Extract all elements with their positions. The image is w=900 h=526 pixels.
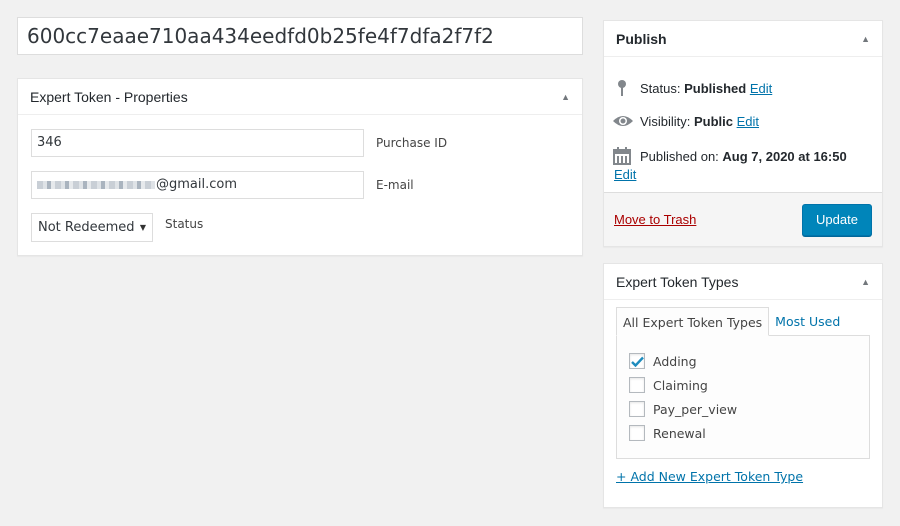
publish-actions: Move to Trash Update bbox=[604, 192, 882, 246]
status-value: Published bbox=[684, 80, 747, 96]
collapse-triangle-icon[interactable]: ▲ bbox=[561, 92, 570, 102]
visibility-row: Visibility: Public Edit bbox=[612, 113, 759, 129]
visibility-label: Visibility: bbox=[640, 113, 691, 129]
token-types-header[interactable]: Expert Token Types ▲ bbox=[604, 264, 882, 300]
published-on-row: Published on: Aug 7, 2020 at 16:50 bbox=[612, 147, 847, 165]
move-to-trash-link[interactable]: Move to Trash bbox=[614, 212, 696, 227]
type-label: Adding bbox=[653, 353, 697, 369]
checkbox-renewal[interactable] bbox=[629, 425, 645, 441]
checkbox-adding[interactable] bbox=[629, 353, 645, 369]
published-on-label: Published on: bbox=[640, 148, 719, 164]
edit-visibility-link[interactable]: Edit bbox=[737, 114, 759, 129]
status-label: Status: bbox=[640, 80, 681, 96]
email-row: @gmail.com E-mail bbox=[31, 171, 414, 199]
post-status-row: Status: Published Edit bbox=[612, 79, 772, 97]
status-label: Status bbox=[165, 216, 204, 231]
type-item-adding[interactable]: Adding bbox=[629, 353, 697, 369]
tab-all-types[interactable]: All Expert Token Types bbox=[616, 307, 770, 336]
types-checklist: Adding Claiming Pay_per_view Renewal bbox=[616, 335, 870, 459]
properties-header[interactable]: Expert Token - Properties ▲ bbox=[18, 79, 582, 115]
type-item-claiming[interactable]: Claiming bbox=[629, 377, 708, 393]
properties-title: Expert Token - Properties bbox=[30, 88, 188, 105]
dropdown-arrow-icon: ▼ bbox=[139, 223, 146, 232]
token-types-tabs: All Expert Token Types Most Used bbox=[616, 307, 846, 336]
edit-status-link[interactable]: Edit bbox=[750, 81, 772, 96]
publish-title: Publish bbox=[616, 30, 667, 47]
status-selected: Not Redeemed bbox=[38, 220, 135, 235]
status-select[interactable]: Not Redeemed ▼ bbox=[31, 213, 153, 242]
checkbox-pay-per-view[interactable] bbox=[629, 401, 645, 417]
publish-header[interactable]: Publish ▲ bbox=[604, 21, 882, 57]
token-types-title: Expert Token Types bbox=[616, 273, 739, 290]
checkmark-icon bbox=[630, 356, 644, 367]
purchase-id-row: 346 Purchase ID bbox=[31, 129, 447, 157]
publish-metabox: Publish ▲ Status: Published Edit Visibil… bbox=[603, 20, 883, 247]
eye-icon bbox=[613, 116, 633, 126]
redacted-text bbox=[37, 181, 155, 189]
email-input[interactable]: @gmail.com bbox=[31, 171, 364, 199]
status-row: Not Redeemed ▼ Status bbox=[31, 213, 203, 242]
type-label: Pay_per_view bbox=[653, 401, 738, 417]
email-value: @gmail.com bbox=[156, 177, 238, 192]
email-label: E-mail bbox=[376, 178, 414, 192]
visibility-value: Public bbox=[693, 113, 733, 129]
purchase-id-value: 346 bbox=[37, 135, 62, 150]
collapse-triangle-icon[interactable]: ▲ bbox=[861, 277, 870, 287]
published-on-edit-row: Edit bbox=[614, 167, 636, 182]
purchase-id-label: Purchase ID bbox=[376, 136, 448, 150]
checkbox-claiming[interactable] bbox=[629, 377, 645, 393]
edit-date-link[interactable]: Edit bbox=[614, 167, 636, 182]
tab-most-used[interactable]: Most Used bbox=[769, 307, 846, 336]
calendar-icon bbox=[613, 147, 631, 165]
type-label: Renewal bbox=[653, 425, 706, 441]
add-new-type-link[interactable]: + Add New Expert Token Type bbox=[616, 469, 803, 484]
purchase-id-input[interactable]: 346 bbox=[31, 129, 364, 157]
type-item-pay-per-view[interactable]: Pay_per_view bbox=[629, 401, 737, 417]
title-input[interactable] bbox=[17, 17, 583, 55]
type-item-renewal[interactable]: Renewal bbox=[629, 425, 706, 441]
token-types-metabox: Expert Token Types ▲ All Expert Token Ty… bbox=[603, 263, 883, 508]
pin-icon bbox=[618, 80, 626, 96]
collapse-triangle-icon[interactable]: ▲ bbox=[861, 34, 870, 44]
type-label: Claiming bbox=[653, 377, 708, 393]
update-button[interactable]: Update bbox=[802, 203, 872, 236]
properties-metabox: Expert Token - Properties ▲ 346 Purchase… bbox=[17, 78, 583, 256]
published-on-value: Aug 7, 2020 at 16:50 bbox=[722, 148, 847, 164]
